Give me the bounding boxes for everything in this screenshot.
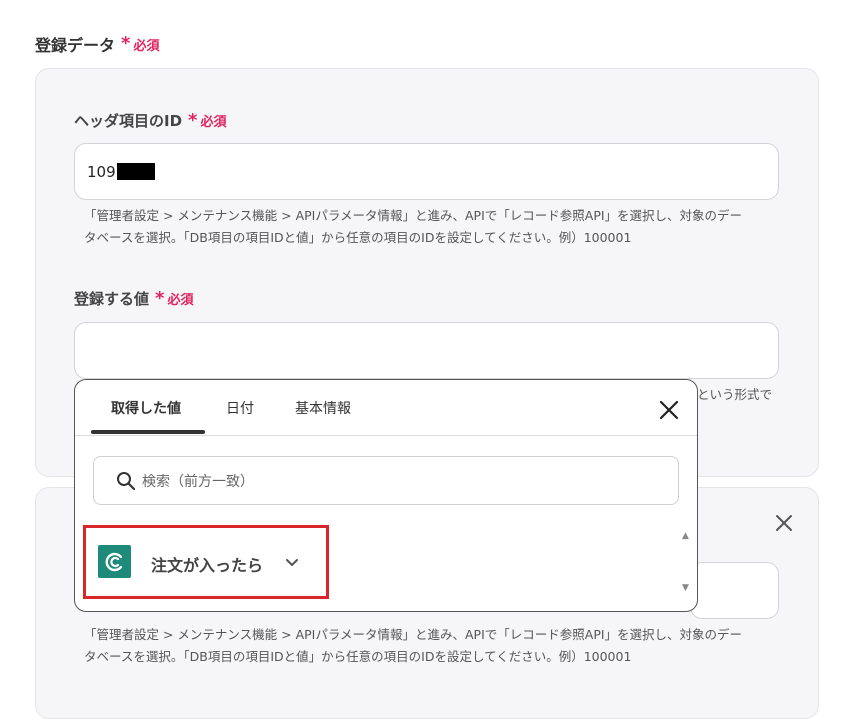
register-value-input[interactable] [74, 322, 779, 379]
card2-input[interactable] [690, 562, 779, 619]
register-value-label: 登録する値 * 必須 [74, 288, 193, 309]
close-icon[interactable] [772, 511, 796, 535]
tab-divider [75, 435, 697, 436]
help-line: 「管理者設定 > メンテナンス機能 > APIパラメータ情報」と進み、APIで「… [84, 627, 743, 642]
header-item-id-help: 「管理者設定 > メンテナンス機能 > APIパラメータ情報」と進み、APIで「… [84, 205, 742, 249]
help-line: という形式で [697, 387, 773, 402]
tab-basic-info[interactable]: 基本情報 [295, 380, 351, 436]
tab-label: 日付 [226, 401, 254, 417]
required-badge: 必須 [133, 38, 160, 54]
trigger-item-order-received[interactable]: 注文が入ったら [83, 525, 329, 599]
help-line: タベースを選択。「DB項目の項目IDと値」から任意の項目のIDを設定してください… [84, 649, 632, 664]
search-icon [116, 471, 136, 491]
tab-date[interactable]: 日付 [226, 380, 254, 436]
help-line: タベースを選択。「DB項目の項目IDと値」から任意の項目のIDを設定してください… [84, 230, 632, 245]
help-line: 「管理者設定 > メンテナンス機能 > APIパラメータ情報」と進み、APIで「… [84, 208, 743, 223]
register-value-help: という形式で [697, 384, 772, 406]
required-star: * [121, 33, 131, 54]
search-input[interactable]: 検索（前方一致） [93, 456, 679, 505]
header-item-id-input[interactable]: 109 [74, 143, 779, 200]
required-star: * [155, 287, 165, 309]
required-star: * [188, 109, 198, 131]
required-badge: 必須 [167, 293, 194, 308]
active-tab-indicator [91, 430, 205, 434]
section-title: 登録データ * 必須 [35, 32, 159, 56]
header-item-id-label-text: ヘッダ項目のID [74, 112, 183, 130]
header-item-id-label: ヘッダ項目のID * 必須 [74, 110, 226, 131]
redacted-block [116, 163, 155, 180]
search-placeholder: 検索（前方一致） [142, 473, 254, 490]
tab-acquired-values[interactable]: 取得した値 [111, 380, 181, 436]
trigger-item-label: 注文が入ったら [151, 556, 264, 575]
register-value-label-text: 登録する値 [74, 290, 150, 308]
required-badge: 必須 [200, 115, 227, 130]
scroll-up-icon[interactable]: ▲ [682, 531, 689, 541]
section-title-text: 登録データ [35, 36, 116, 55]
tab-label: 基本情報 [295, 401, 351, 417]
scroll-down-icon[interactable]: ▼ [682, 583, 689, 593]
tab-label: 取得した値 [111, 401, 181, 417]
card2-help: 「管理者設定 > メンテナンス機能 > APIパラメータ情報」と進み、APIで「… [84, 624, 742, 668]
value-picker-popup: 取得した値 日付 基本情報 検索（前方一致） 注文が入ったら ▲ ▼ [74, 379, 698, 612]
header-item-id-value: 109 [87, 162, 116, 181]
chevron-down-icon [284, 554, 300, 574]
app-logo-icon [98, 545, 131, 578]
close-icon[interactable] [657, 398, 681, 422]
